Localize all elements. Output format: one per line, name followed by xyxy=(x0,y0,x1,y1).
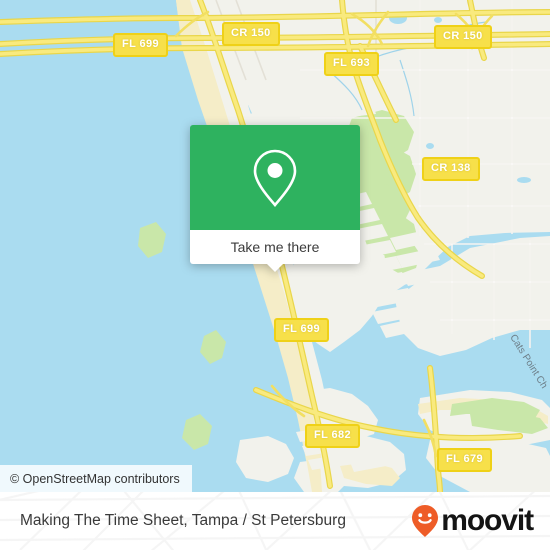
moovit-brand[interactable]: moovit xyxy=(410,504,534,538)
page-title: Making The Time Sheet, Tampa / St Peters… xyxy=(20,512,346,529)
road-shield: CR 150 xyxy=(434,25,492,49)
road-shield: FL 679 xyxy=(437,448,493,472)
location-popup-card[interactable]: Take me there xyxy=(190,125,360,272)
take-me-there-button[interactable]: Take me there xyxy=(190,230,360,264)
road-shield: CR 150 xyxy=(222,22,280,46)
map-attribution[interactable]: © OpenStreetMap contributors xyxy=(0,465,192,492)
road-shield: FL 699 xyxy=(274,318,330,342)
moovit-smiley-pin-icon xyxy=(412,505,439,537)
moovit-wordmark: moovit xyxy=(441,504,534,537)
attribution-text: © OpenStreetMap contributors xyxy=(10,471,180,486)
road-shield: FL 693 xyxy=(324,52,380,76)
road-shield: FL 699 xyxy=(113,33,169,57)
map-pin-icon xyxy=(253,149,297,207)
moovit-map-screenshot: FL 699 CR 150 FL 693 CR 150 CR 138 FL 69… xyxy=(0,0,550,550)
road-shield: FL 682 xyxy=(305,424,361,448)
take-me-there-label: Take me there xyxy=(230,239,320,255)
popup-pointer xyxy=(266,263,284,272)
road-shield: CR 138 xyxy=(422,157,480,181)
map-canvas[interactable]: FL 699 CR 150 FL 693 CR 150 CR 138 FL 69… xyxy=(0,0,550,492)
popup-image-placeholder xyxy=(190,125,360,230)
footer-bar: Making The Time Sheet, Tampa / St Peters… xyxy=(0,492,550,550)
